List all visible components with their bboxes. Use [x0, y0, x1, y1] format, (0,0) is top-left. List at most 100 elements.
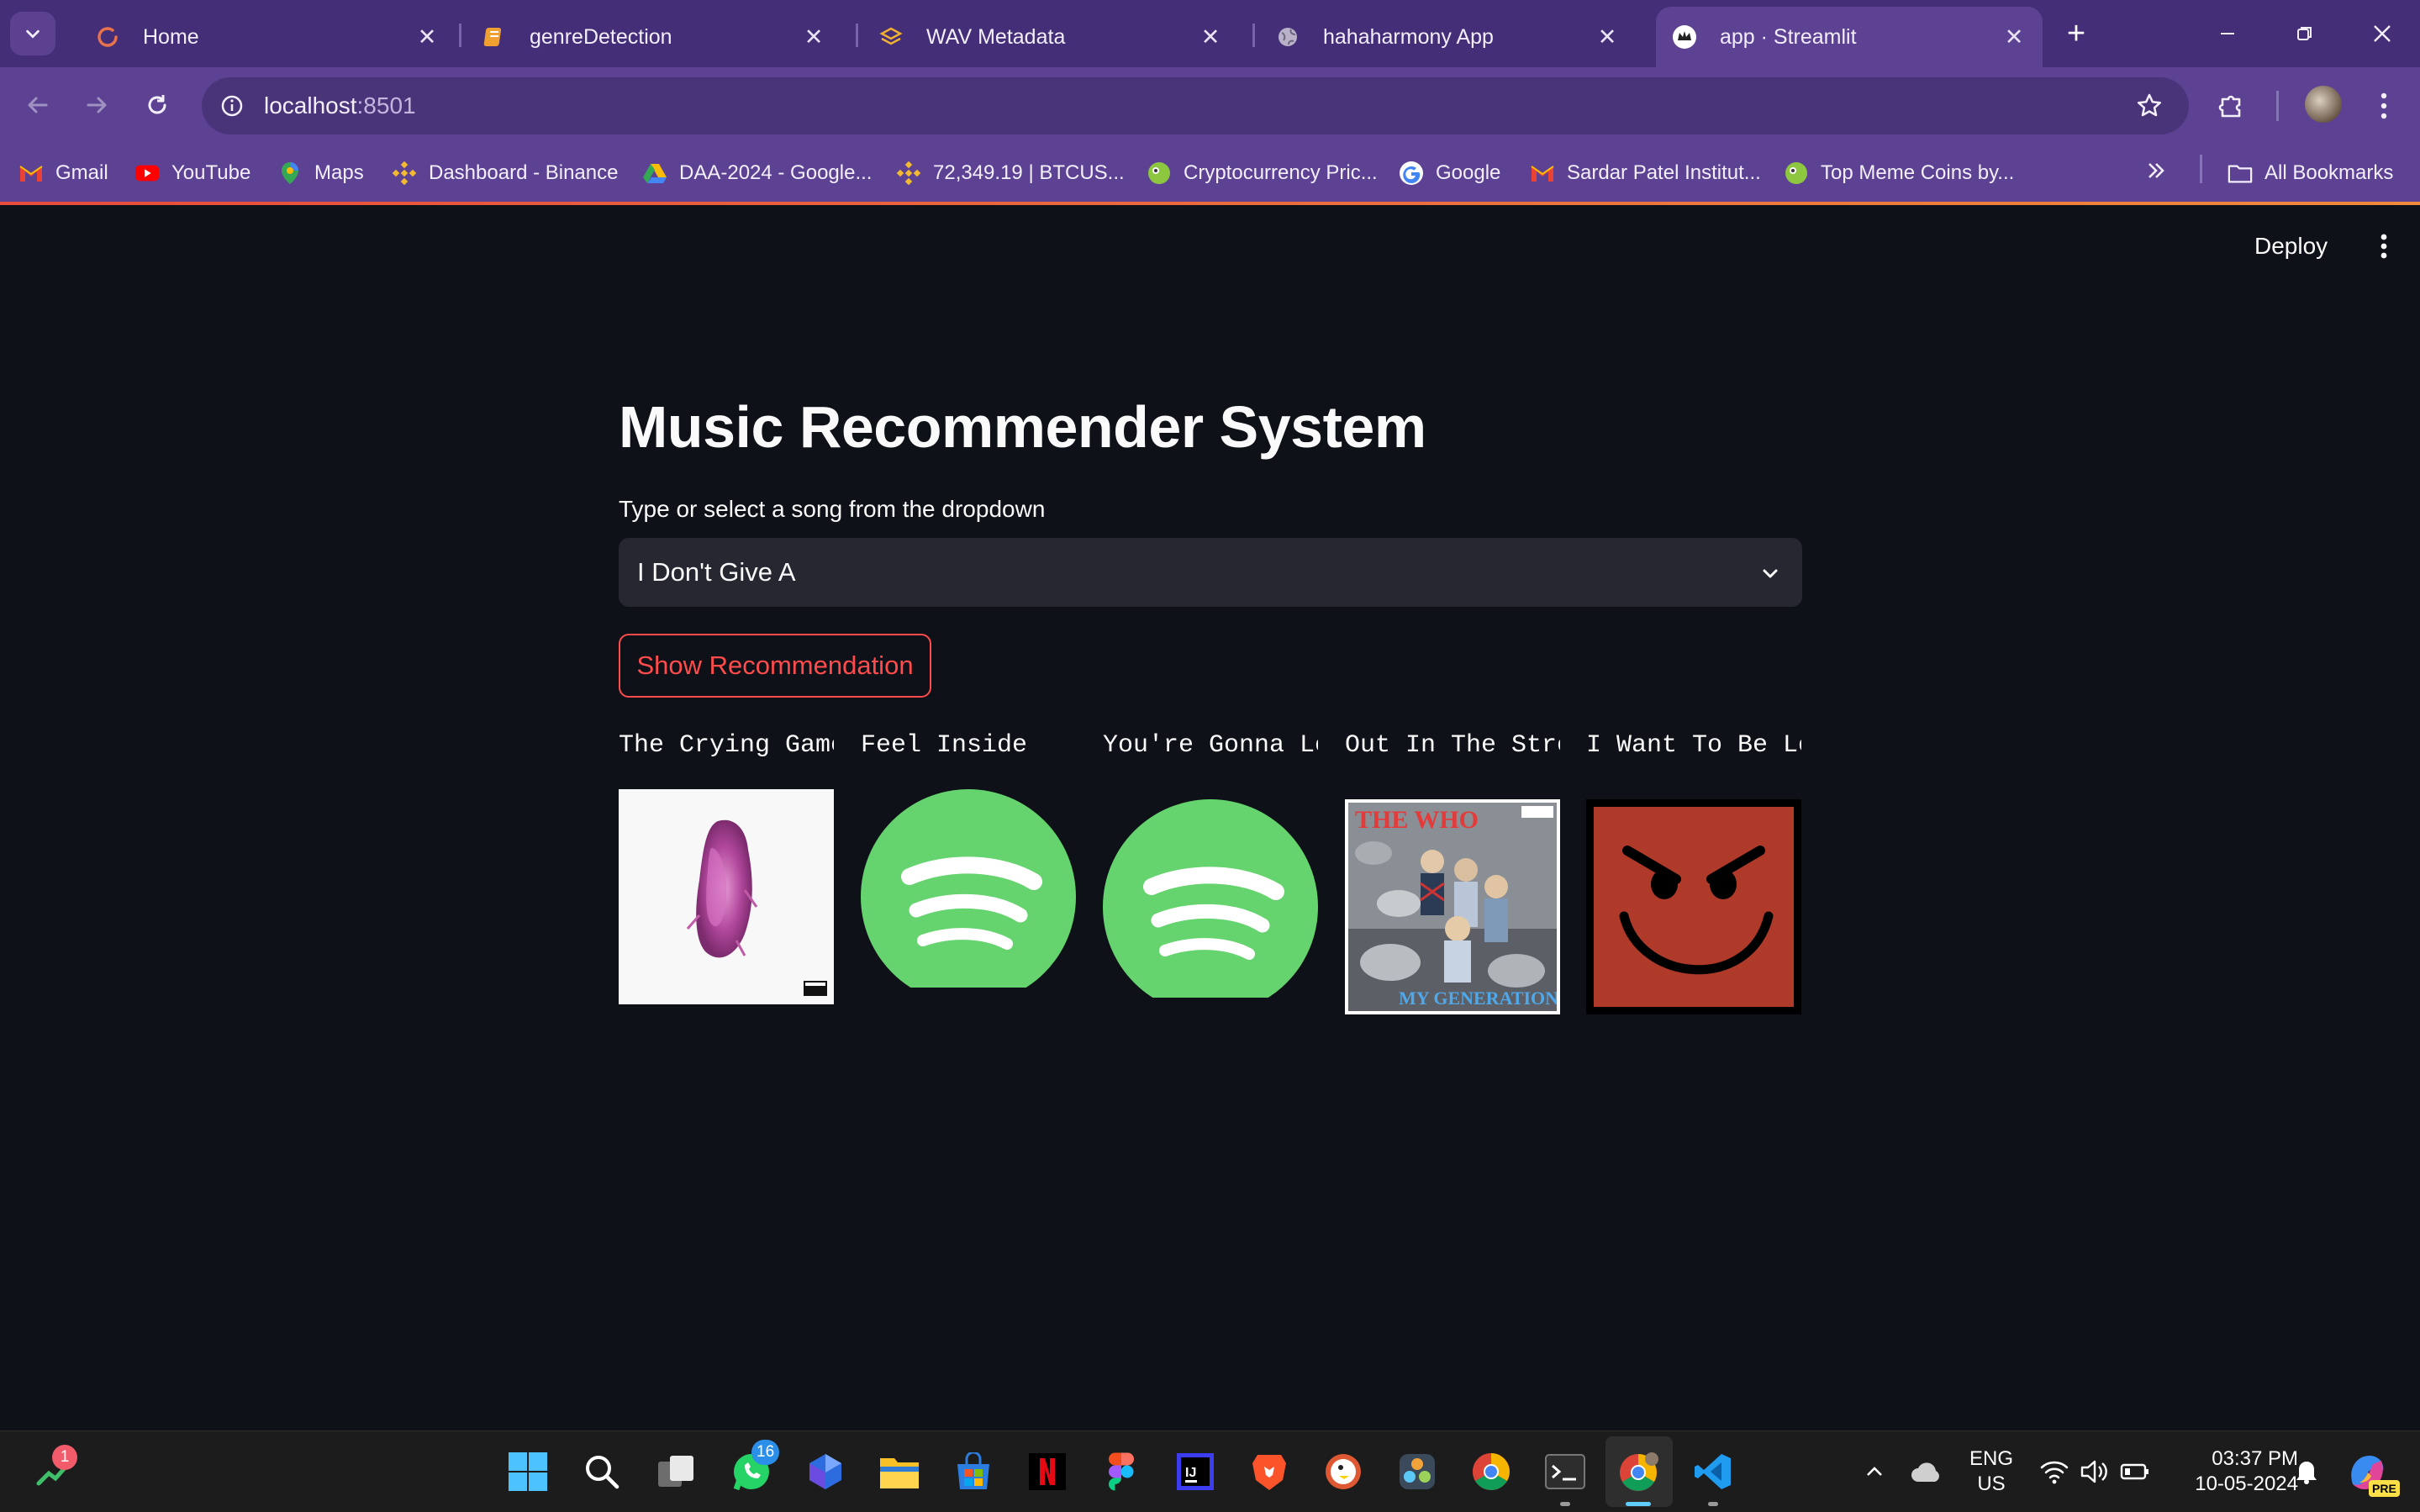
- new-tab-button[interactable]: +: [2056, 13, 2096, 54]
- site-info-icon[interactable]: [215, 89, 249, 123]
- copilot-preview-badge: PRE: [2369, 1480, 2400, 1497]
- figma-icon[interactable]: [1099, 1450, 1143, 1494]
- screen: Home ✕ genreDetection ✕ WAV Metadata ✕ h…: [0, 0, 2420, 1512]
- brave-browser-icon[interactable]: [1247, 1450, 1291, 1494]
- spotify-logo-icon: [861, 789, 1076, 988]
- intellij-icon[interactable]: IJ: [1173, 1450, 1217, 1494]
- svg-text:IJ: IJ: [1185, 1466, 1196, 1480]
- who-cover-top-text: THE WHO: [1355, 806, 1479, 834]
- reload-button[interactable]: [138, 86, 177, 124]
- running-indicator: [1708, 1502, 1718, 1506]
- tab-close-icon[interactable]: ✕: [797, 24, 830, 50]
- bookmark-dashboard-binance[interactable]: Dashboard - Binance: [392, 155, 618, 192]
- app-menu-icon[interactable]: [2369, 227, 2399, 266]
- chevron-up-icon[interactable]: [1853, 1450, 1896, 1494]
- tab-title: app · Streamlit: [1720, 24, 1857, 49]
- page-title: Music Recommender System: [619, 394, 1426, 460]
- address-bar[interactable]: localhost:8501: [202, 77, 2189, 134]
- bookmark-label: Google: [1436, 161, 1501, 184]
- clock[interactable]: 03:37 PM 10-05-2024: [2162, 1446, 2298, 1497]
- search-icon[interactable]: [580, 1450, 624, 1494]
- restore-icon: [2297, 27, 2312, 40]
- bookmark-gmail[interactable]: Gmail: [18, 155, 108, 192]
- bookmark-star-icon[interactable]: [2132, 88, 2167, 124]
- whatsapp-badge: 16: [751, 1440, 780, 1465]
- bookmark-sardar-patel[interactable]: Sardar Patel Institut...: [1530, 155, 1761, 192]
- battery-icon[interactable]: [2113, 1450, 2157, 1494]
- tab-close-icon[interactable]: ✕: [1194, 24, 1227, 50]
- tab-title: Home: [143, 24, 199, 49]
- duckduckgo-icon[interactable]: [1321, 1450, 1365, 1494]
- more-bookmarks-button[interactable]: [2145, 155, 2167, 192]
- url-host: localhost: [264, 92, 357, 119]
- task-view-icon[interactable]: [654, 1450, 698, 1494]
- file-explorer-icon[interactable]: [878, 1450, 921, 1494]
- bookmark-top-meme-coins[interactable]: Top Meme Coins by...: [1784, 155, 2014, 192]
- all-bookmarks-button[interactable]: All Bookmarks: [2228, 155, 2393, 192]
- netflix-icon[interactable]: [1025, 1450, 1069, 1494]
- chrome-profile-icon[interactable]: [1617, 1450, 1661, 1494]
- arrow-left-icon: [28, 97, 48, 113]
- forward-button[interactable]: [77, 86, 116, 124]
- tab-search-button[interactable]: [10, 12, 55, 55]
- tab-home[interactable]: Home ✕: [61, 7, 456, 67]
- coingecko-icon: [1784, 161, 1809, 186]
- coingecko-icon: [1147, 161, 1172, 186]
- chrome-icon[interactable]: [1469, 1450, 1513, 1494]
- layers-icon: [878, 24, 904, 50]
- copilot-app-icon[interactable]: [804, 1450, 847, 1494]
- bookmark-youtube[interactable]: YouTube: [134, 155, 250, 192]
- minimize-button[interactable]: [2202, 12, 2253, 55]
- notebook-icon: [481, 24, 508, 50]
- toolbar-divider: [2276, 91, 2279, 121]
- streamlit-app: Deploy Music Recommender System Type or …: [0, 205, 2420, 1430]
- recommendation-title: I Want To Be Lo: [1586, 731, 1801, 760]
- onedrive-cloud-icon[interactable]: [1905, 1450, 1948, 1494]
- close-window-button[interactable]: [2357, 12, 2407, 55]
- language-indicator[interactable]: ENG US: [1962, 1446, 2021, 1497]
- tab-app-streamlit[interactable]: app · Streamlit ✕: [1656, 7, 2043, 67]
- profile-avatar[interactable]: [2305, 86, 2342, 123]
- song-select-label: Type or select a song from the dropdown: [619, 496, 1046, 522]
- volume-icon[interactable]: [2073, 1450, 2117, 1494]
- davinci-resolve-icon[interactable]: [1395, 1450, 1439, 1494]
- bookmark-maps[interactable]: Maps: [277, 155, 364, 192]
- url-text[interactable]: localhost:8501: [264, 77, 416, 134]
- bookmark-label: YouTube: [171, 161, 251, 184]
- tab-hahaharmony-app[interactable]: hahaharmony App ✕: [1241, 7, 1636, 67]
- recommendation-title: Out In The Stre: [1345, 731, 1560, 760]
- extensions-puzzle-icon[interactable]: [2212, 86, 2253, 126]
- tab-close-icon[interactable]: ✕: [1997, 24, 2031, 50]
- binance-icon: [392, 161, 417, 186]
- chevron-down-icon[interactable]: [1755, 558, 1785, 588]
- notification-bell-icon[interactable]: [2285, 1450, 2328, 1494]
- tab-close-icon[interactable]: ✕: [1590, 24, 1624, 50]
- plus-icon: +: [2066, 15, 2086, 51]
- close-icon: [2374, 25, 2391, 42]
- deploy-button[interactable]: Deploy: [2254, 227, 2328, 266]
- recommendation-title: Feel Inside: [861, 731, 1028, 760]
- selected-song: I Don't Give A: [637, 557, 796, 587]
- song-select[interactable]: I Don't Give A: [619, 538, 1802, 607]
- terminal-icon[interactable]: [1543, 1450, 1587, 1494]
- clock-date: 10-05-2024: [2195, 1472, 2298, 1495]
- bookmark-daa-2024[interactable]: DAA-2024 - Google...: [642, 155, 872, 192]
- tab-wav-metadata[interactable]: WAV Metadata ✕: [844, 7, 1239, 67]
- bookmark-btcusdt[interactable]: 72,349.19 | BTCUS...: [896, 155, 1125, 192]
- bookmark-cryptocurrency-prices[interactable]: Cryptocurrency Pric...: [1147, 155, 1378, 192]
- start-button[interactable]: [506, 1450, 550, 1494]
- album-art-the-who: THE WHO MY GENERATION: [1345, 799, 1560, 1014]
- restore-button[interactable]: [2280, 12, 2330, 55]
- microsoft-store-icon[interactable]: [952, 1450, 995, 1494]
- tab-close-icon[interactable]: ✕: [410, 24, 444, 50]
- browser-menu-icon[interactable]: [2364, 86, 2404, 126]
- wifi-icon[interactable]: [2032, 1450, 2076, 1494]
- tab-genredetection[interactable]: genreDetection ✕: [447, 7, 842, 67]
- vscode-icon[interactable]: [1691, 1450, 1735, 1494]
- show-recommendation-button[interactable]: Show Recommendation: [619, 634, 931, 698]
- album-art-pink: [619, 789, 834, 1004]
- bookmark-label: Maps: [314, 161, 364, 184]
- bookmark-google[interactable]: Google: [1399, 155, 1500, 192]
- bookmark-label: Cryptocurrency Pric...: [1184, 161, 1378, 184]
- back-button[interactable]: [18, 86, 57, 124]
